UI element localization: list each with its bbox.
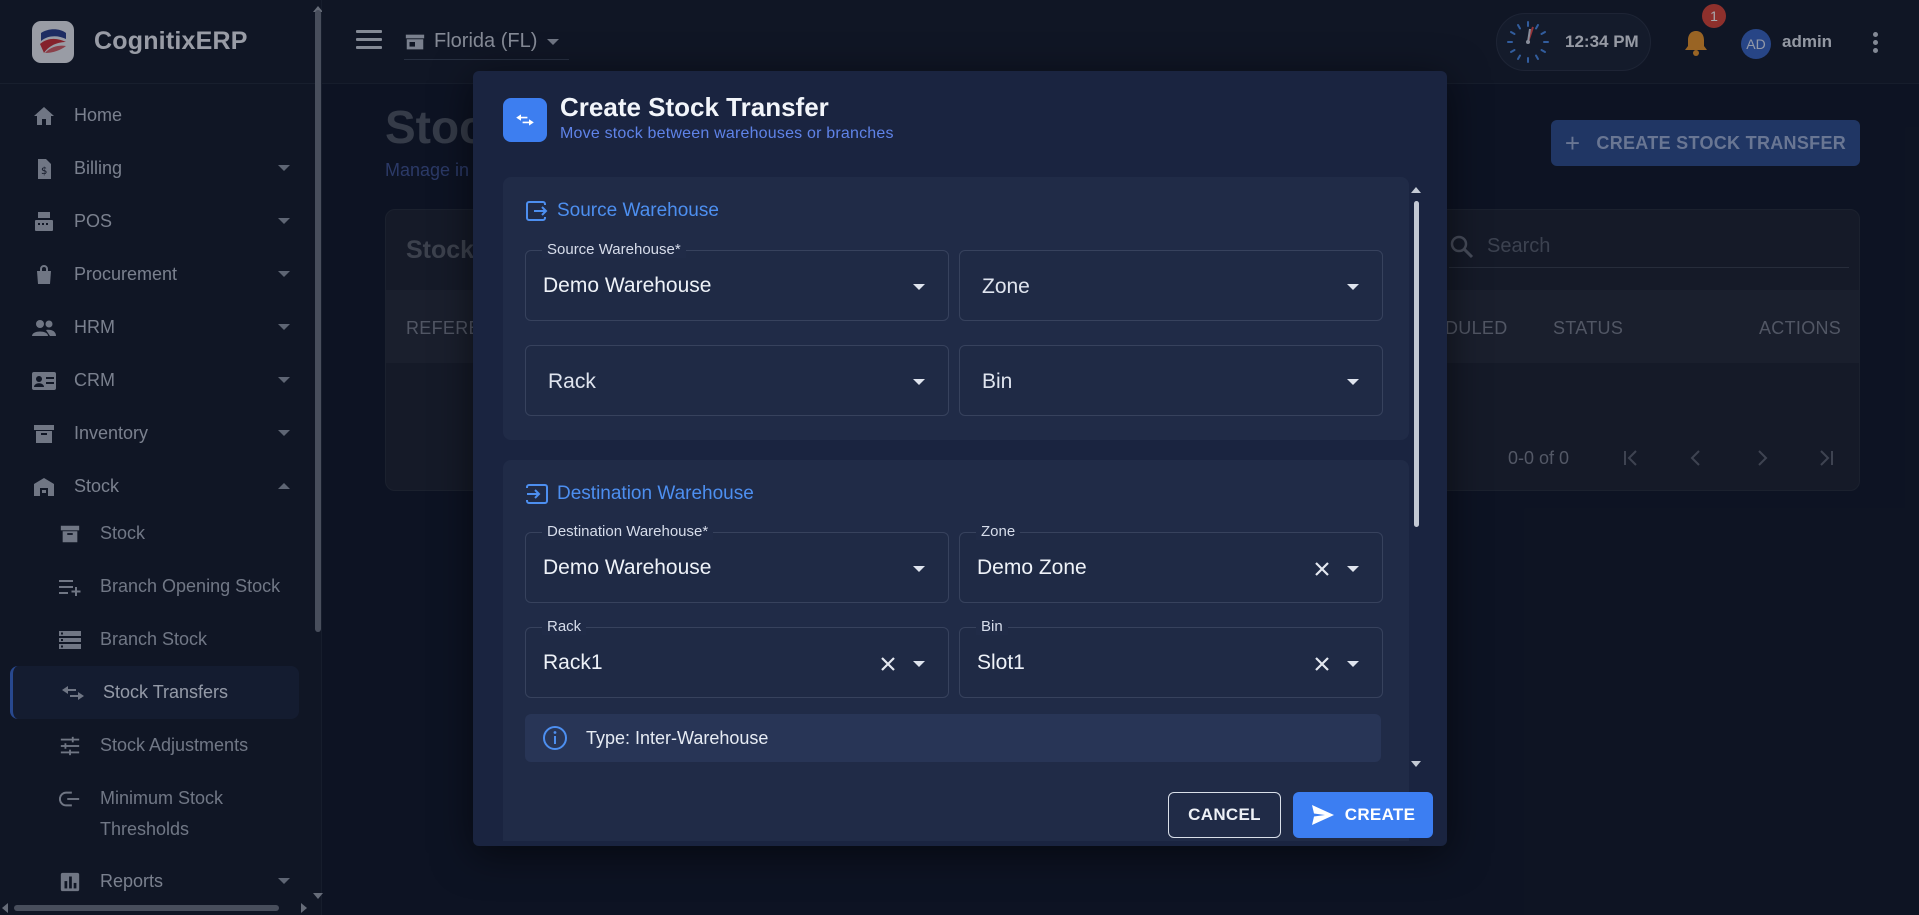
destination-warehouse-select[interactable]: Destination Warehouse* Demo Warehouse [525,524,949,603]
info-icon [543,726,567,750]
field-value: Demo Warehouse [543,556,712,579]
dialog-title: Create Stock Transfer [560,92,829,122]
swap-icon [503,98,547,142]
destination-warehouse-heading: Destination Warehouse [525,482,754,506]
arrow-drop-down-icon[interactable] [913,566,925,572]
clear-icon[interactable] [1312,654,1332,674]
create-stock-transfer-dialog: Create Stock Transfer Move stock between… [473,71,1447,846]
login-icon [525,484,548,504]
field-value: Demo Warehouse [543,274,712,297]
source-bin-select[interactable]: Bin [959,345,1383,416]
create-button-label: CREATE [1344,805,1416,824]
create-button[interactable]: CREATE [1293,792,1433,838]
scrollbar-thumb[interactable] [1414,201,1419,527]
source-zone-select[interactable]: Zone [959,250,1383,321]
field-placeholder: Zone [982,275,1030,298]
destination-zone-select[interactable]: Zone Demo Zone [959,524,1383,603]
cancel-button[interactable]: CANCEL [1168,792,1281,838]
field-value: Demo Zone [977,556,1087,579]
destination-warehouse-section: Destination Warehouse Destination Wareho… [503,460,1409,841]
scroll-down-arrow[interactable] [1411,761,1421,767]
arrow-drop-down-icon[interactable] [1347,566,1359,572]
dialog-subtitle: Move stock between warehouses or branche… [560,125,894,142]
scroll-up-arrow[interactable] [1411,187,1421,193]
dialog-scroll-area: Source Warehouse Source Warehouse* Demo … [503,177,1411,841]
field-placeholder: Rack [548,370,596,393]
arrow-drop-down-icon[interactable] [913,284,925,290]
field-value: Slot1 [977,651,1025,674]
arrow-drop-down-icon[interactable] [1347,379,1359,385]
field-label: Zone [976,524,1021,540]
source-warehouse-select[interactable]: Source Warehouse* Demo Warehouse [525,242,949,321]
destination-rack-select[interactable]: Rack Rack1 [525,619,949,698]
source-warehouse-title: Source Warehouse [557,200,719,221]
dialog-scrollbar[interactable] [1411,187,1421,773]
field-label: Destination Warehouse* [542,524,714,540]
field-placeholder: Bin [982,370,1013,393]
source-rack-select[interactable]: Rack [525,345,949,416]
transfer-type-info: Type: Inter-Warehouse [525,714,1381,762]
field-label: Bin [976,619,1008,635]
arrow-drop-down-icon[interactable] [913,661,925,667]
send-icon [1311,805,1334,825]
source-warehouse-heading: Source Warehouse [525,199,719,223]
destination-warehouse-title: Destination Warehouse [557,483,754,504]
clear-icon[interactable] [878,654,898,674]
arrow-drop-down-icon[interactable] [1347,284,1359,290]
logout-icon [526,201,548,221]
transfer-type-text: Type: Inter-Warehouse [586,727,769,748]
arrow-drop-down-icon[interactable] [1347,661,1359,667]
field-label: Source Warehouse* [542,242,686,258]
field-value: Rack1 [543,651,603,674]
field-label: Rack [542,619,587,635]
destination-bin-select[interactable]: Bin Slot1 [959,619,1383,698]
arrow-drop-down-icon[interactable] [913,379,925,385]
source-warehouse-section: Source Warehouse Source Warehouse* Demo … [503,177,1409,440]
clear-icon[interactable] [1312,559,1332,579]
